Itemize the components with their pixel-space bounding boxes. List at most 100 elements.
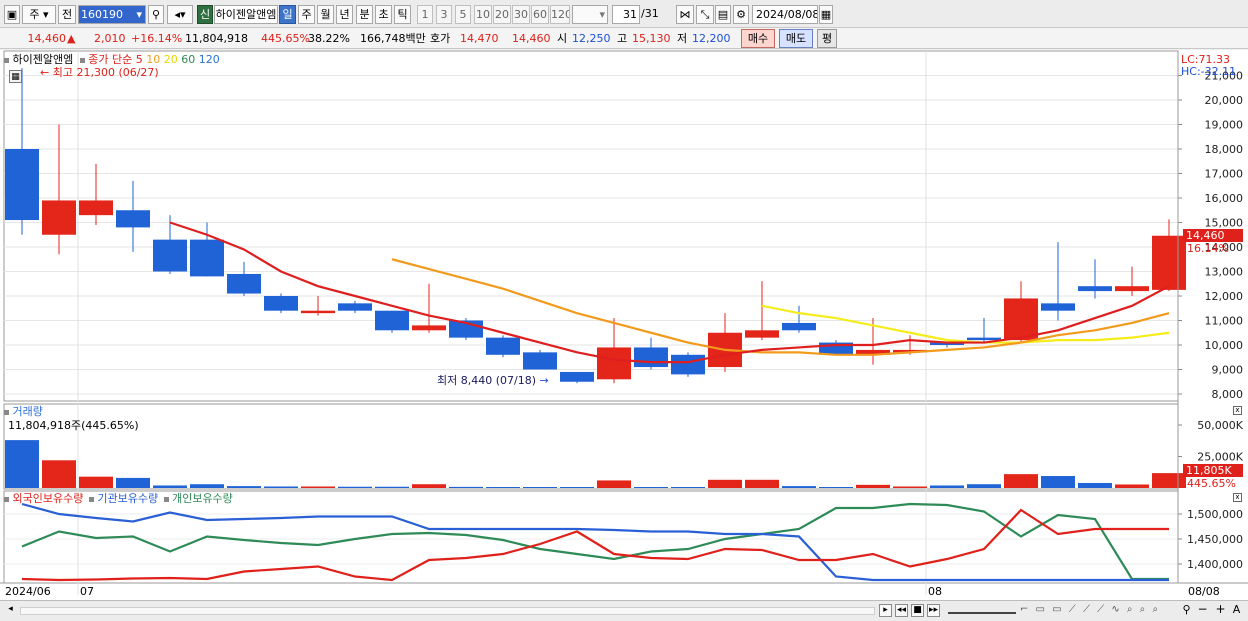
volume-bar — [116, 477, 150, 488]
trade-amount: 166,748백만 — [360, 32, 426, 45]
legend-stock-name: 하이젠알앤엠 — [12, 53, 74, 66]
volume-bar — [338, 486, 372, 488]
candle-body — [301, 310, 335, 314]
volume-bar — [967, 484, 1001, 488]
zoom-slider[interactable] — [948, 608, 1016, 614]
zoom-in-icon[interactable]: + — [1214, 603, 1227, 617]
number-button[interactable]: 1 — [417, 5, 433, 24]
calendar-icon[interactable]: ▦ — [819, 5, 833, 24]
interval-tab[interactable]: 년 — [336, 5, 353, 24]
chevron-down-icon: ▾ — [43, 8, 49, 21]
holdings-legend: 외국인보유수량 기관보유수량 개인보유수량 — [4, 492, 233, 505]
interval-tab[interactable]: 주 — [298, 5, 315, 24]
price-tick-label: 18,000 — [1205, 143, 1244, 156]
calculator-icon[interactable]: ▦ — [9, 70, 22, 83]
volume-bar — [819, 487, 853, 488]
fast-forward-icon[interactable]: ▸▸ — [927, 604, 940, 617]
date-input[interactable]: 2024/08/08 — [752, 5, 818, 24]
price-tick-label: 10,000 — [1205, 339, 1244, 352]
volume-last-tag: 11,805K — [1183, 464, 1243, 477]
horizontal-scrollbar[interactable] — [20, 607, 875, 615]
volume-bar — [930, 485, 964, 488]
window-menu-icon[interactable]: ▣ — [4, 5, 20, 24]
number-button[interactable]: 120 — [550, 5, 570, 24]
price-tick-label: 17,000 — [1205, 168, 1244, 181]
chart-area[interactable]: 21,000 20,000 19,000 18,000 17,000 16,000 15,0… — [0, 50, 1248, 600]
interval-tab[interactable]: 일 — [279, 5, 296, 24]
speaker-icon[interactable]: ◂▾ — [167, 5, 193, 24]
close-panel-icon[interactable]: x — [1233, 406, 1242, 415]
interval-tab[interactable]: 분 — [356, 5, 373, 24]
count-input[interactable]: 31 — [612, 5, 640, 24]
volume-bar — [486, 486, 520, 488]
average-button[interactable]: 평 — [817, 29, 837, 48]
legend-ma5: 5 — [135, 53, 143, 66]
candle-body — [486, 337, 520, 355]
volume-bar — [375, 486, 409, 488]
prev-button[interactable]: 전 — [58, 5, 76, 24]
zoom-out-icon[interactable]: − — [1196, 603, 1209, 617]
close-panel-icon[interactable]: x — [1233, 493, 1242, 502]
stock-code-input[interactable]: 160190 ▾ — [78, 5, 146, 24]
volume-bar — [1078, 482, 1112, 488]
volume-bar — [301, 486, 335, 488]
drawing-tools[interactable]: ⌐ ▭ ▭ ⟋ ⟋ ⟋ ∿ ⌕ ⌕ ⌕ — [1020, 604, 1180, 618]
candle-body — [412, 325, 446, 331]
number-button[interactable]: 10 — [474, 5, 492, 24]
interval-tab[interactable]: 틱 — [394, 5, 411, 24]
font-size-icon[interactable]: A — [1230, 604, 1243, 617]
new-badge: 신 — [197, 5, 213, 24]
volume-bar — [893, 486, 927, 488]
interval-tab[interactable]: 월 — [317, 5, 334, 24]
custom-number-select[interactable]: ▾ — [572, 5, 608, 24]
number-button[interactable]: 20 — [493, 5, 511, 24]
change-value: 2,010 — [94, 32, 126, 45]
save-icon[interactable]: ▤ — [715, 5, 731, 24]
volume-bar — [1041, 476, 1075, 488]
bid-label: 호가 — [430, 32, 451, 45]
interval-tab[interactable]: 초 — [375, 5, 392, 24]
volume-current: 11,804,918주(445.65%) — [8, 419, 139, 432]
draw-tool-icon[interactable]: ⤡ — [696, 5, 714, 24]
candle-body — [42, 200, 76, 235]
x-label-jul: 07 — [80, 585, 94, 598]
change-percent: +16.14% — [131, 32, 183, 45]
volume-bar — [5, 440, 39, 488]
chevron-down-icon: ▾ — [599, 8, 605, 21]
search-icon[interactable]: ⚲ — [148, 5, 164, 24]
volume-bar — [227, 486, 261, 488]
volume-bar — [449, 486, 483, 488]
link-icon[interactable]: ⋈ — [676, 5, 694, 24]
play-icon[interactable]: ▸ — [879, 604, 892, 617]
last-percent-tag: 16.14% — [1187, 242, 1229, 255]
stop-icon[interactable]: ■ — [911, 604, 924, 617]
volume-bar — [153, 485, 187, 488]
magnifier-icon[interactable]: ⚲ — [1180, 604, 1193, 617]
volume-last-percent: 445.65% — [1187, 477, 1236, 490]
price-tick-label: 9,000 — [1212, 364, 1244, 377]
buy-button[interactable]: 매수 — [741, 29, 775, 48]
volume-ratio: 445.65% — [261, 32, 310, 45]
gear-icon[interactable]: ⚙ — [733, 5, 749, 24]
current-price: 14,460 — [27, 32, 67, 45]
volume-bar — [745, 479, 779, 488]
candle-body — [338, 303, 372, 311]
legend-ma20: 20 — [163, 53, 178, 66]
number-button[interactable]: 3 — [436, 5, 452, 24]
high-label: 고 — [617, 32, 628, 45]
rewind-icon[interactable]: ◂◂ — [895, 604, 908, 617]
legend-square-icon — [79, 57, 85, 63]
candle-body — [1152, 235, 1186, 290]
number-button[interactable]: 5 — [455, 5, 471, 24]
scroll-left-icon[interactable]: ◂ — [4, 604, 17, 617]
period-select[interactable]: 주 ▾ — [22, 5, 56, 24]
open-price: 12,250 — [572, 32, 611, 45]
number-button[interactable]: 30 — [512, 5, 530, 24]
volume-bar — [671, 486, 705, 488]
number-button[interactable]: 60 — [531, 5, 549, 24]
sell-button[interactable]: 매도 — [779, 29, 813, 48]
candle-body — [782, 322, 816, 331]
candle-body — [523, 352, 557, 370]
volume-bar — [412, 484, 446, 488]
holdings-tick-label: 1,450,000 — [1187, 533, 1243, 546]
